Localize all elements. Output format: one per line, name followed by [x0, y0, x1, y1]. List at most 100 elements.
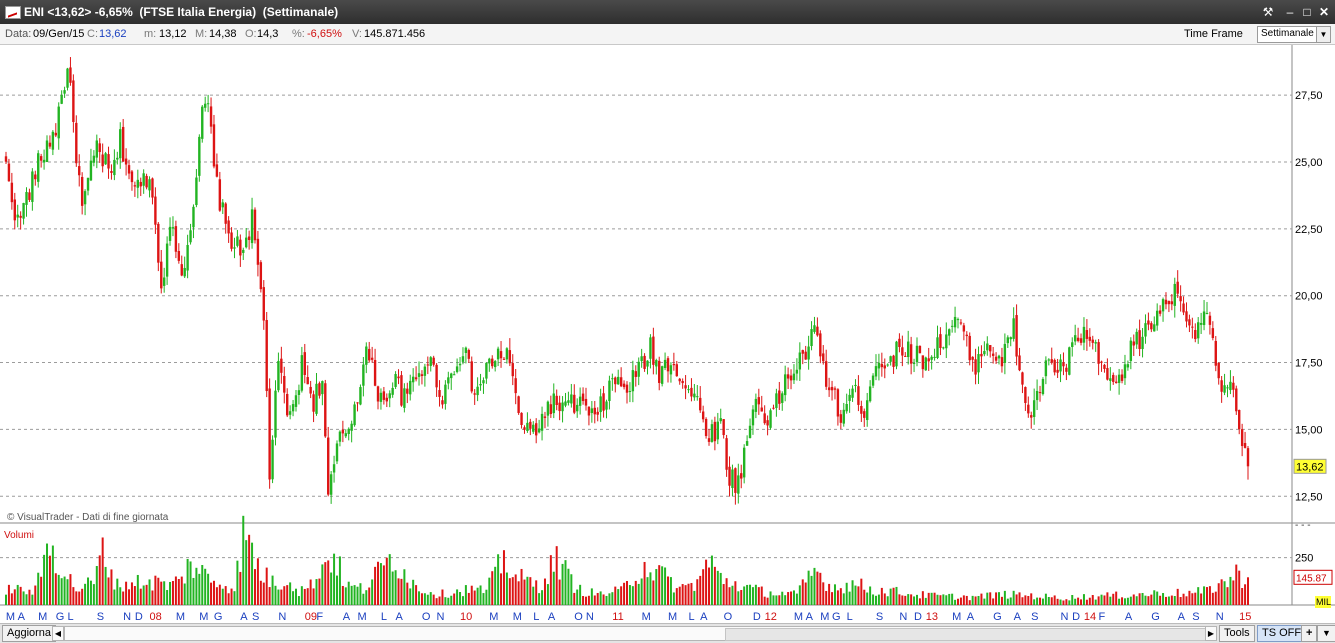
candle-body: [411, 376, 415, 383]
candle-body: [1243, 443, 1247, 448]
candle-body: [892, 355, 895, 367]
plus-button[interactable]: +: [1301, 625, 1318, 642]
wrench-icon[interactable]: ⚒: [1260, 4, 1276, 20]
volume-bar: [1167, 596, 1170, 605]
candle-body: [543, 416, 547, 418]
candle-body: [974, 359, 977, 375]
candle-body: [945, 334, 948, 349]
volume-bar: [605, 595, 608, 605]
volume-bar: [514, 574, 517, 605]
volume-bar: [368, 587, 371, 605]
candle-body: [950, 325, 954, 327]
candle-body: [13, 199, 16, 221]
candle-body: [839, 414, 843, 423]
timeframe-value: Settimanale: [1261, 28, 1314, 39]
close-icon[interactable]: ✕: [1316, 4, 1332, 20]
candle-body: [388, 393, 391, 399]
volume-bar: [10, 593, 13, 605]
volume-bar: [590, 588, 593, 605]
volume-bar: [110, 569, 113, 605]
volume-bar: [81, 588, 84, 605]
candle-body: [171, 227, 175, 229]
volume-bar: [778, 595, 781, 605]
candle-body: [1197, 322, 1200, 339]
tools-button[interactable]: Tools: [1219, 625, 1255, 642]
candle-body: [1138, 330, 1141, 350]
volume-bar: [7, 584, 10, 605]
candle-body: [420, 374, 424, 377]
candle-body: [353, 404, 356, 426]
candle-body: [1112, 374, 1115, 382]
month-tick-label: A: [396, 611, 404, 623]
volume-bar: [634, 580, 637, 605]
candle-body: [763, 413, 766, 424]
volume-bar: [1159, 595, 1162, 605]
candle-body: [552, 393, 555, 414]
candle-body: [860, 406, 863, 414]
candle-body: [110, 171, 113, 173]
candle-body: [617, 376, 620, 385]
candle-body: [1038, 392, 1042, 394]
candle-body: [51, 131, 55, 150]
candle-body: [177, 251, 181, 261]
candle-body: [1132, 341, 1135, 346]
volume-bar: [397, 578, 400, 605]
candle-body: [75, 122, 78, 164]
candle-body: [250, 209, 254, 244]
scroll-right-icon[interactable]: ▶: [1205, 626, 1217, 641]
candle-body: [1191, 326, 1194, 328]
volume-bar: [1121, 597, 1124, 605]
candle-body: [675, 364, 678, 377]
chevron-down-icon[interactable]: ▼: [1316, 27, 1330, 42]
candle-body: [464, 347, 468, 353]
volume-bar: [1223, 581, 1226, 605]
candle-body: [1167, 301, 1171, 305]
volume-bar: [48, 555, 51, 605]
volume-bar: [948, 593, 951, 605]
volume-bar: [113, 589, 116, 605]
timeframe-select[interactable]: Settimanale ▼: [1257, 26, 1331, 43]
volume-bar: [620, 586, 623, 605]
volume-bar: [901, 595, 904, 605]
scrollbar-thumb[interactable]: [725, 628, 1207, 641]
maximize-icon[interactable]: □: [1299, 4, 1315, 20]
volume-bar: [1018, 592, 1021, 605]
candle-body: [1044, 360, 1048, 377]
volume-bar: [133, 586, 136, 605]
volume-bar: [766, 597, 769, 605]
volume-bar: [239, 571, 242, 605]
candle-body: [781, 393, 784, 403]
candle-body: [1106, 368, 1109, 380]
candle-body: [1024, 387, 1027, 403]
candle-body: [54, 132, 57, 136]
minimize-icon[interactable]: –: [1282, 4, 1298, 20]
volume-bar: [1126, 597, 1129, 605]
ts-toggle-button[interactable]: TS OFF: [1257, 625, 1307, 642]
expand-icon[interactable]: ▼: [1317, 625, 1335, 642]
volume-bar: [122, 591, 125, 605]
volume-bar: [945, 595, 948, 605]
candle-body: [1185, 311, 1188, 322]
price-volume-chart[interactable]: 27,50 25,00 22,50 20,00 17,50 15,00 12,50 250 - …: [0, 45, 1335, 623]
update-button[interactable]: Aggiorna: [2, 625, 57, 642]
volume-bar: [740, 589, 743, 605]
volume-bar: [576, 589, 579, 605]
candle-body: [1155, 310, 1159, 326]
volume-bar: [505, 572, 508, 605]
candle-body: [1240, 429, 1244, 447]
candle-body: [121, 126, 125, 162]
volume-bar: [461, 596, 464, 605]
scroll-left-icon[interactable]: ◀: [52, 626, 64, 641]
candle-body: [824, 361, 828, 387]
volume-bar: [1027, 595, 1030, 605]
volume-bar: [1147, 596, 1150, 605]
volume-bar: [517, 581, 520, 605]
volume-bar: [1173, 595, 1176, 605]
candle-body: [324, 383, 327, 437]
volume-bar: [201, 565, 204, 605]
horizontal-scrollbar[interactable]: [64, 626, 1207, 641]
chart-area[interactable]: 27,50 25,00 22,50 20,00 17,50 15,00 12,50 250 - …: [0, 45, 1335, 623]
volume-unit: MIL: [1316, 597, 1331, 607]
candle-body: [332, 464, 336, 473]
candle-body: [180, 264, 183, 276]
